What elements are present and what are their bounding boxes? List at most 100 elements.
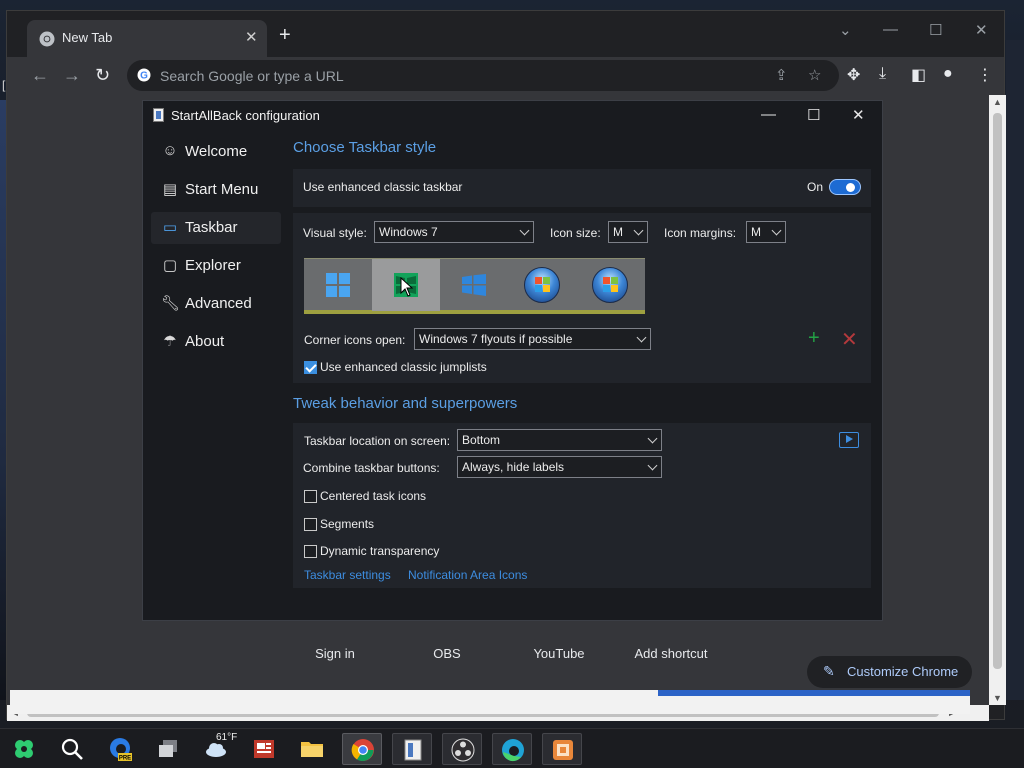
sidebar-item-explorer[interactable]: ▢ Explorer — [151, 250, 281, 282]
extensions-icon[interactable]: ✥ — [847, 65, 860, 85]
chevron-down-icon — [519, 225, 530, 236]
section-title-tweak: Tweak behavior and superpowers — [293, 395, 518, 412]
reload-icon[interactable]: ↻ — [95, 65, 110, 86]
icon-margins-select[interactable]: M — [746, 221, 786, 243]
customize-chrome-button[interactable]: ✎ Customize Chrome — [807, 656, 972, 688]
profile-icon[interactable]: ● — [943, 65, 953, 83]
taskbar-edge-beta[interactable]: PRE — [100, 733, 140, 765]
dynamic-transparency-label: Dynamic transparency — [320, 544, 440, 558]
shortcut-obs[interactable]: OBS — [391, 646, 503, 661]
segments-checkbox[interactable] — [304, 518, 317, 531]
enhanced-taskbar-toggle[interactable] — [829, 179, 861, 195]
dynamic-transparency-checkbox[interactable] — [304, 545, 317, 558]
taskbar-search-button[interactable] — [52, 733, 92, 765]
jumplists-label: Use enhanced classic jumplists — [320, 360, 487, 374]
toggle-state-label: On — [807, 180, 824, 194]
side-panel-icon[interactable]: ◧ — [911, 65, 926, 85]
tab-search-icon[interactable]: ⌄ — [839, 21, 852, 39]
taskbar-news[interactable] — [244, 733, 284, 765]
smile-icon: ☺ — [162, 142, 178, 159]
menu-icon[interactable]: ⋮ — [977, 65, 993, 85]
shortcut-sign-in[interactable]: Sign in — [279, 646, 391, 661]
minimize-icon[interactable]: — — [883, 21, 898, 38]
sidebar-item-about[interactable]: ☂ About — [151, 326, 281, 358]
chevron-down-icon — [636, 332, 647, 343]
scrollbar-thumb[interactable] — [993, 113, 1002, 669]
taskbar-file-explorer[interactable] — [292, 733, 332, 765]
icon-size-select[interactable]: M — [608, 221, 648, 243]
sidebar-item-advanced[interactable]: 🔧︎ Advanced — [151, 288, 281, 320]
style-option-windows-11[interactable] — [304, 259, 372, 311]
notification-area-link[interactable]: Notification Area Icons — [408, 568, 527, 582]
chevron-down-icon — [647, 460, 658, 471]
omnibox[interactable]: G Search Google or type a URL ⇪ ☆ — [127, 60, 839, 91]
tab-title: New Tab — [62, 30, 113, 45]
start-clover-icon — [15, 740, 33, 758]
style-option-windows-10-selected[interactable] — [372, 259, 440, 311]
start-button[interactable] — [4, 733, 44, 765]
sidebar-item-welcome[interactable]: ☺ Welcome — [151, 136, 281, 168]
add-icon[interactable]: + — [808, 327, 820, 350]
chrome-icon — [351, 739, 374, 761]
chrome-toolbar: ← → ↻ G Search Google or type a URL ⇪ ☆ … — [7, 57, 1004, 95]
combine-buttons-label: Combine taskbar buttons: — [303, 461, 440, 475]
taskbar-chrome[interactable] — [342, 733, 382, 765]
enhanced-taskbar-label: Use enhanced classic taskbar — [303, 180, 463, 194]
windows-7-orb-icon — [592, 267, 628, 303]
preview-play-icon[interactable] — [839, 432, 859, 448]
chevron-down-icon — [633, 225, 644, 236]
svg-text:PRE: PRE — [119, 756, 131, 762]
pencil-icon: ✎ — [823, 663, 835, 679]
scroll-up-icon[interactable]: ▲ — [993, 97, 1002, 107]
visual-style-select[interactable]: Windows 7 — [374, 221, 534, 243]
taskbar-style-picker — [304, 258, 645, 314]
taskbar-obs[interactable] — [442, 733, 482, 765]
close-tab-icon[interactable]: ✕ — [245, 28, 258, 46]
centered-icons-checkbox[interactable] — [304, 490, 317, 503]
taskbar-edge[interactable] — [492, 733, 532, 765]
forward-icon[interactable]: → — [63, 65, 81, 86]
share-icon[interactable]: ⇪ — [775, 66, 788, 84]
taskbar-settings-link[interactable]: Taskbar settings — [304, 568, 391, 582]
icon-margins-label: Icon margins: — [664, 226, 737, 240]
banner-accent — [658, 690, 970, 696]
dialog-minimize-icon[interactable]: — — [761, 106, 776, 123]
tab-new-tab[interactable]: New Tab ✕ — [27, 20, 267, 57]
close-window-icon[interactable]: ✕ — [975, 21, 988, 39]
remove-icon[interactable]: ✕ — [841, 327, 858, 352]
centered-icons-label: Centered task icons — [320, 489, 427, 503]
shortcut-youtube[interactable]: YouTube — [503, 646, 615, 661]
sidebar-item-label: Explorer — [185, 257, 241, 274]
dialog-maximize-icon[interactable]: ☐ — [807, 106, 820, 124]
google-icon: G — [137, 68, 151, 82]
shortcut-add[interactable]: Add shortcut — [615, 646, 727, 661]
style-option-windows-10[interactable] — [440, 259, 508, 311]
customize-chrome-label: Customize Chrome — [847, 664, 959, 679]
taskbar-location-select[interactable]: Bottom — [457, 429, 662, 451]
task-view-button[interactable] — [148, 733, 188, 765]
scroll-down-icon[interactable]: ▼ — [993, 693, 1002, 703]
download-icon[interactable]: ⤓ — [879, 65, 886, 83]
desktop-icon[interactable]: [ — [2, 78, 5, 92]
taskbar-app[interactable] — [542, 733, 582, 765]
vertical-scrollbar[interactable]: ▲ ▼ — [989, 95, 1006, 705]
omnibox-placeholder: Search Google or type a URL — [160, 68, 344, 84]
style-option-windows-7[interactable] — [576, 259, 644, 311]
desktop-wallpaper-strip-right — [1006, 40, 1024, 700]
taskbar-startallback[interactable] — [392, 733, 432, 765]
maximize-icon[interactable]: ☐ — [929, 21, 942, 39]
jumplists-checkbox[interactable] — [304, 361, 317, 374]
wrench-icon: 🔧︎ — [161, 295, 181, 312]
new-tab-icon[interactable]: + — [279, 24, 291, 47]
bookmark-star-icon[interactable]: ☆ — [808, 66, 821, 84]
windows-10-logo-icon — [462, 274, 486, 296]
sidebar-item-start-menu[interactable]: ▤ Start Menu — [151, 174, 281, 206]
corner-icons-select[interactable]: Windows 7 flyouts if possible — [414, 328, 651, 350]
back-icon[interactable]: ← — [31, 65, 49, 86]
combine-buttons-select[interactable]: Always, hide labels — [457, 456, 662, 478]
sidebar-item-taskbar[interactable]: ▭ Taskbar — [151, 212, 281, 244]
corner-icons-label: Corner icons open: — [304, 333, 406, 347]
style-option-windows-vista[interactable] — [508, 259, 576, 311]
enhanced-taskbar-card: Use enhanced classic taskbar On — [293, 169, 871, 207]
dialog-close-icon[interactable]: ✕ — [852, 106, 865, 124]
